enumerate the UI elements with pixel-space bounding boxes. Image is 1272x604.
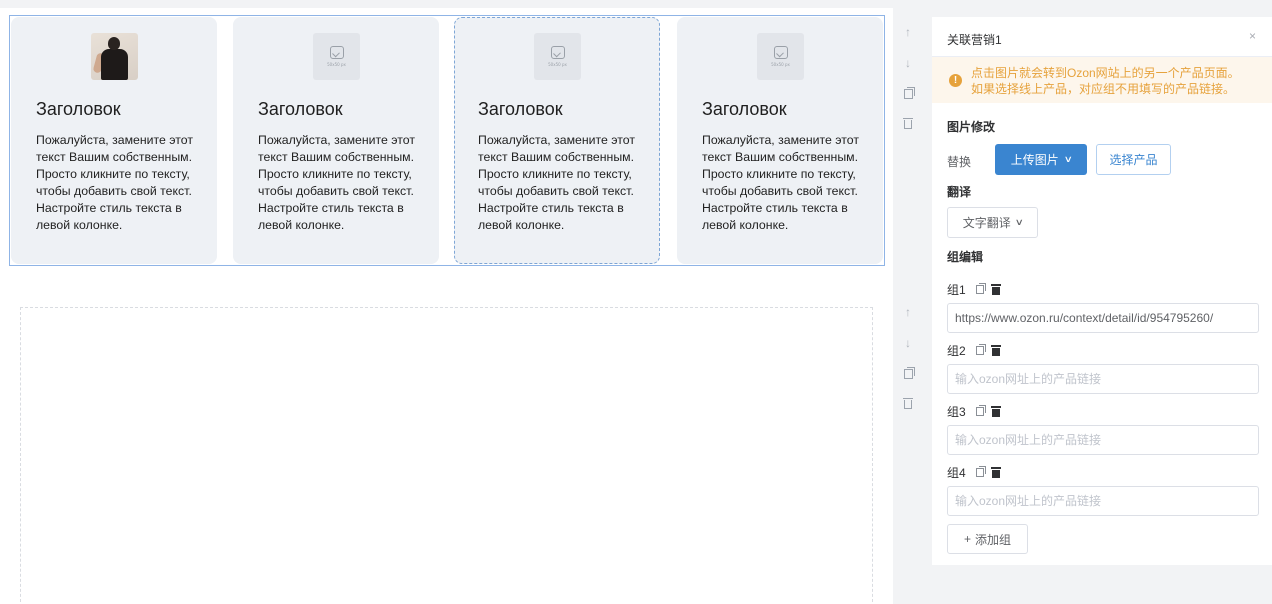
card-body-text[interactable]: Пожалуйста, замените этот текст Вашим со…	[36, 132, 206, 234]
trash-icon[interactable]	[990, 344, 1001, 356]
editor-canvas: Заголовок Пожалуйста, замените этот текс…	[0, 0, 893, 604]
card-body-text[interactable]: Пожалуйста, замените этот текст Вашим со…	[258, 132, 428, 234]
alert-line-2: 如果选择线上产品，对应组不用填写的产品链接。	[971, 82, 1236, 96]
warning-alert: ! 点击图片就会转到Ozon网站上的另一个产品页面。 如果选择线上产品，对应组不…	[932, 57, 1272, 103]
copy-icon[interactable]	[975, 344, 986, 355]
group-url-input[interactable]	[947, 486, 1259, 516]
block-toolbar: ↑ ↓	[896, 16, 920, 140]
product-card[interactable]: Заголовок Пожалуйста, замените этот текс…	[11, 17, 217, 264]
empty-block[interactable]	[20, 307, 873, 604]
group-url-input[interactable]	[947, 303, 1259, 333]
add-group-button[interactable]: + 添加组	[947, 524, 1028, 554]
image-icon	[329, 46, 344, 59]
card-title[interactable]: Заголовок	[258, 99, 343, 120]
photo-figure-head	[108, 37, 120, 50]
card-body-text[interactable]: Пожалуйста, замените этот текст Вашим со…	[478, 132, 648, 234]
group-label: 组1	[947, 283, 966, 297]
group-url-input[interactable]	[947, 364, 1259, 394]
upload-image-label: 上传图片	[1010, 153, 1059, 167]
delete-block-icon[interactable]	[896, 389, 920, 420]
group-row-label: 组4	[947, 464, 1001, 481]
replace-label: 替换	[947, 155, 972, 169]
translate-label: 文字翻译	[962, 216, 1011, 230]
group-label: 组2	[947, 344, 966, 358]
block-toolbar: ↑ ↓	[896, 296, 920, 420]
image-placeholder[interactable]: 50x50 px	[534, 33, 581, 80]
card-title[interactable]: Заголовок	[702, 99, 787, 120]
move-down-icon[interactable]: ↓	[896, 327, 920, 358]
copy-icon[interactable]	[975, 405, 986, 416]
panel-title: 关联营销1	[947, 33, 1002, 47]
group-label: 组4	[947, 466, 966, 480]
photo-figure-body	[101, 49, 128, 80]
upload-image-button[interactable]: 上传图片 ∨	[995, 144, 1087, 175]
move-up-icon[interactable]: ↑	[896, 16, 920, 47]
plus-icon: +	[963, 532, 971, 546]
alert-line-1: 点击图片就会转到Ozon网站上的另一个产品页面。	[971, 66, 1240, 80]
image-icon	[550, 46, 565, 59]
chevron-down-icon: ∨	[1014, 217, 1024, 227]
trash-icon[interactable]	[990, 405, 1001, 417]
copy-icon[interactable]	[975, 283, 986, 294]
canvas-top-strip	[0, 0, 893, 8]
trash-icon[interactable]	[990, 283, 1001, 295]
image-icon	[773, 46, 788, 59]
placeholder-size-text: 50x50 px	[548, 62, 567, 67]
image-placeholder[interactable]: 50x50 px	[757, 33, 804, 80]
group-row-label: 组3	[947, 403, 1001, 420]
select-product-button[interactable]: 选择产品	[1096, 144, 1171, 175]
product-cards-block[interactable]: Заголовок Пожалуйста, замените этот текс…	[9, 15, 885, 266]
move-down-icon[interactable]: ↓	[896, 47, 920, 78]
warning-icon: !	[949, 74, 962, 87]
delete-block-icon[interactable]	[896, 109, 920, 140]
group-row-label: 组1	[947, 281, 1001, 298]
alert-text: 点击图片就会转到Ozon网站上的另一个产品页面。 如果选择线上产品，对应组不用填…	[971, 65, 1240, 97]
card-title[interactable]: Заголовок	[478, 99, 563, 120]
image-placeholder[interactable]: 50x50 px	[313, 33, 360, 80]
trash-icon[interactable]	[990, 466, 1001, 478]
settings-panel: 关联营销1 × ! 点击图片就会转到Ozon网站上的另一个产品页面。 如果选择线…	[932, 17, 1272, 565]
product-card-hovered[interactable]: 50x50 px Заголовок Пожалуйста, замените …	[454, 17, 660, 264]
group-label: 组3	[947, 405, 966, 419]
product-photo[interactable]	[91, 33, 138, 80]
close-icon[interactable]: ×	[1249, 29, 1256, 43]
card-body-text[interactable]: Пожалуйста, замените этот текст Вашим со…	[702, 132, 872, 234]
card-title[interactable]: Заголовок	[36, 99, 121, 120]
placeholder-size-text: 50x50 px	[327, 62, 346, 67]
panel-header: 关联营销1 ×	[932, 17, 1272, 57]
placeholder-size-text: 50x50 px	[771, 62, 790, 67]
text-translate-dropdown[interactable]: 文字翻译 ∨	[947, 207, 1038, 238]
group-section-heading: 组编辑	[947, 250, 984, 264]
copy-block-icon[interactable]	[896, 78, 920, 109]
chevron-down-icon: ∨	[1063, 154, 1073, 164]
group-row-label: 组2	[947, 342, 1001, 359]
image-section-heading: 图片修改	[947, 120, 996, 134]
product-card[interactable]: 50x50 px Заголовок Пожалуйста, замените …	[677, 17, 883, 264]
product-card[interactable]: 50x50 px Заголовок Пожалуйста, замените …	[233, 17, 439, 264]
group-url-input[interactable]	[947, 425, 1259, 455]
move-up-icon[interactable]: ↑	[896, 296, 920, 327]
copy-icon[interactable]	[975, 466, 986, 477]
copy-block-icon[interactable]	[896, 358, 920, 389]
translate-section-heading: 翻译	[947, 185, 972, 199]
add-group-label: 添加组	[975, 532, 1012, 547]
